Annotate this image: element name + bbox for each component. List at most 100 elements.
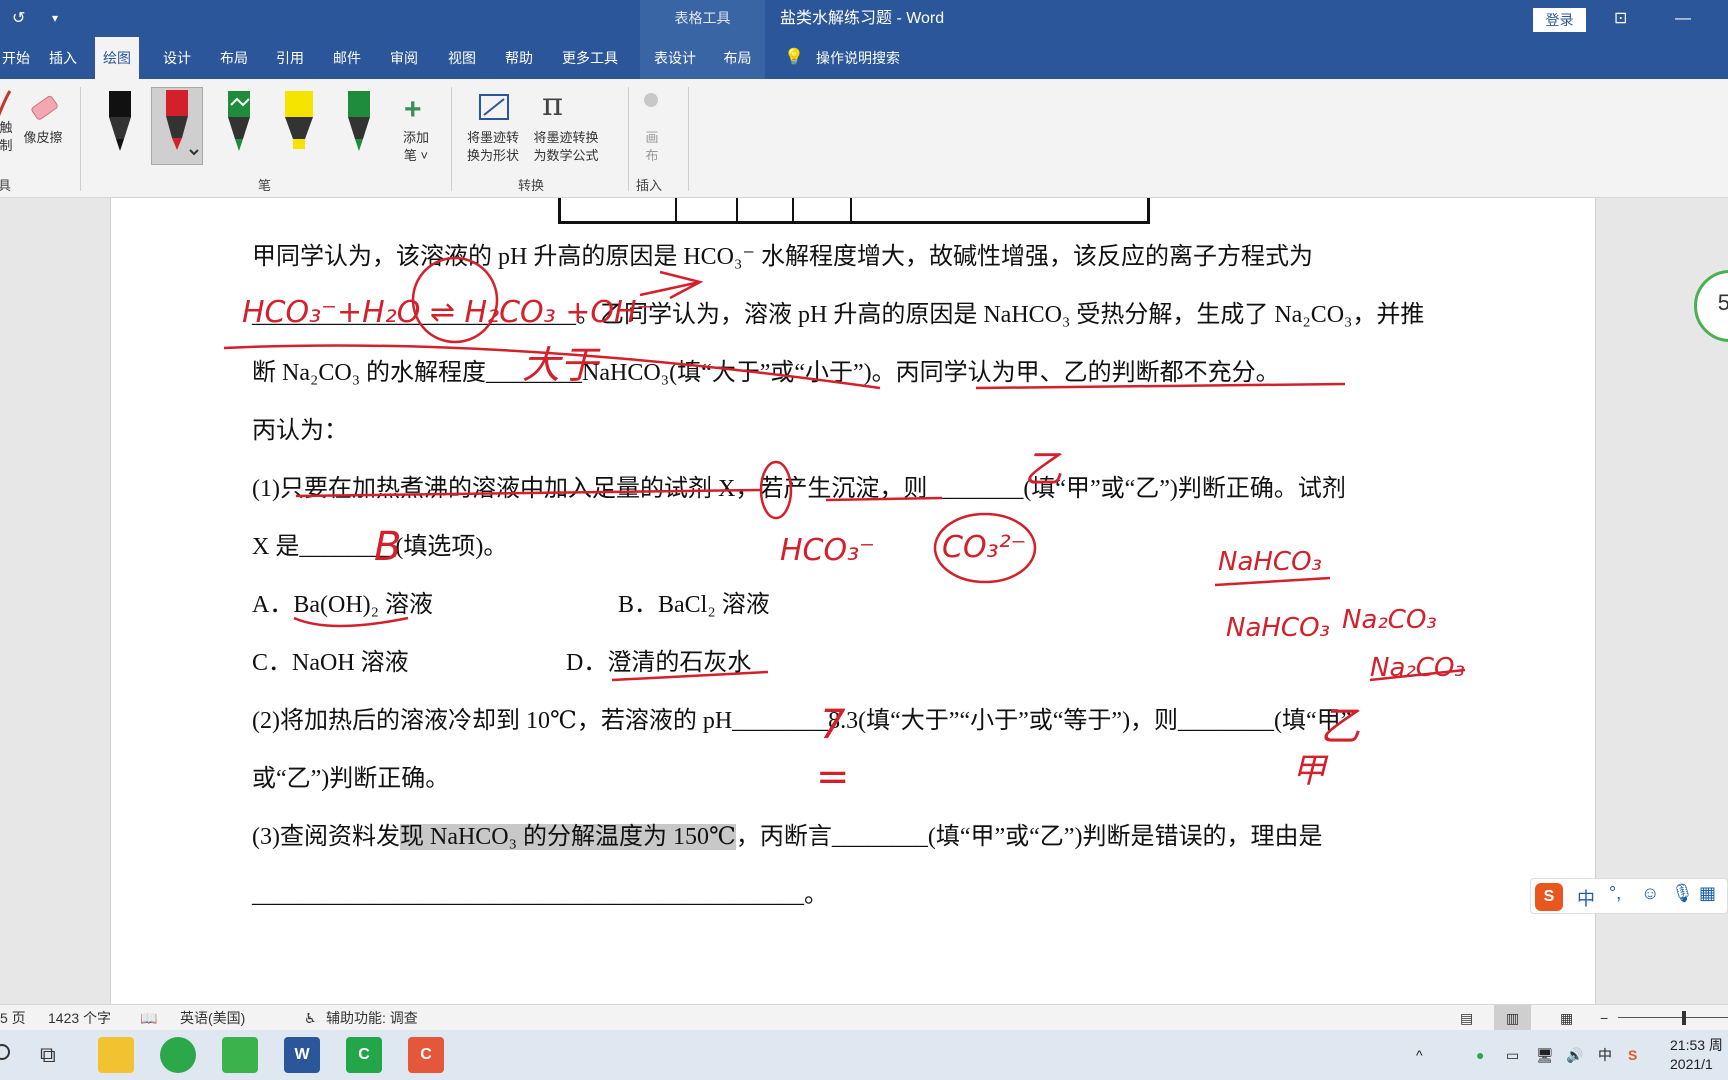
ribbon-draw: 触制 像皮擦 具 + 添加笔 ˅ 笔 将墨迹转 换为形状 π 将墨迹转换 为数学公式…	[0, 79, 1728, 198]
tab-layout[interactable]: 布局	[212, 37, 256, 79]
file-explorer-icon[interactable]	[98, 1037, 134, 1073]
option-b: B．BaCl₂ 溶液	[618, 592, 770, 618]
question-3-line: (3)查阅资料发现 NaHCO₃ 的分解温度为 150℃，丙断言________…	[252, 824, 1323, 850]
eraser-icon[interactable]	[28, 91, 60, 123]
read-mode-icon[interactable]: ▤	[1460, 1005, 1473, 1031]
battery-icon[interactable]: ▭	[1506, 1030, 1519, 1080]
tab-table-design[interactable]: 表设计	[640, 37, 710, 79]
insert-group-label: 插入	[636, 178, 663, 193]
tab-view[interactable]: 视图	[440, 37, 484, 79]
tab-table-layout[interactable]: 布局	[710, 37, 765, 79]
add-pen-icon[interactable]: +	[404, 93, 422, 127]
title-bar: ↺ ▾ 表格工具 盐类水解练习题 - Word 登录 ⊡ —	[0, 0, 1728, 37]
pen-red-selected[interactable]	[151, 87, 203, 165]
status-bar: 5 页 1423 个字 📖 英语(美国) ♿ 辅助功能: 调查 ▤ ▥ ▦ −	[0, 1004, 1728, 1031]
separator	[451, 87, 452, 191]
ink-to-shape-button[interactable]: 将墨迹转 换为形状	[460, 129, 526, 165]
document-page[interactable]: 甲同学认为，该溶液的 pH 升高的原因是 HCO₃⁻ 水解程度增大，故碱性增强，…	[110, 198, 1596, 1004]
question-2-line: (2)将加热后的溶液冷却到 10℃，若溶液的 pH________8.3(填“大…	[252, 708, 1352, 734]
sogou-tray-icon[interactable]: S	[1628, 1030, 1637, 1080]
separator	[688, 87, 689, 191]
ribbon-display-options-icon[interactable]: ⊡	[1614, 0, 1627, 37]
task-view-icon[interactable]: ⧉	[40, 1042, 56, 1068]
print-layout-icon[interactable]: ▥	[1494, 1005, 1532, 1031]
accessibility-icon[interactable]: ♿	[304, 1005, 317, 1031]
accessibility-status[interactable]: 辅助功能: 调查	[326, 1005, 418, 1031]
separator	[628, 87, 629, 191]
option-c: C．NaOH 溶液	[252, 650, 409, 676]
ink-to-math-icon[interactable]: π	[542, 85, 563, 123]
pen-black[interactable]	[94, 87, 146, 165]
tab-insert[interactable]: 插入	[41, 37, 85, 79]
tools-group-label: 具	[0, 178, 12, 193]
undo-icon[interactable]: ↺	[12, 0, 25, 37]
paragraph-line-1: 甲同学认为，该溶液的 pH 升高的原因是 HCO₃⁻ 水解程度增大，故碱性增强，…	[252, 244, 1314, 270]
touch-draw-label[interactable]: 触制	[0, 119, 18, 155]
ink-to-shape-icon[interactable]	[474, 89, 514, 125]
pen-green-pattern[interactable]	[213, 87, 265, 165]
question-2-cont-line: 或“乙”)判断正确。	[252, 766, 450, 792]
volume-icon[interactable]: 🔊	[1566, 1030, 1583, 1080]
zoom-out-icon[interactable]: −	[1600, 1005, 1608, 1031]
proofing-icon[interactable]: 📖	[140, 1005, 157, 1031]
paragraph-line-4: 丙认为：	[252, 418, 348, 444]
clock[interactable]: 21:53 周 2021/1	[1670, 1036, 1723, 1074]
sogou-ime-toolbar[interactable]: S 中 °, ☺ 🎙 ▦	[1530, 878, 1728, 914]
eraser-label[interactable]: 像皮擦	[18, 129, 68, 147]
camtasia-red-icon[interactable]: C	[408, 1037, 444, 1073]
tab-references[interactable]: 引用	[268, 37, 312, 79]
zoom-slider-thumb[interactable]	[1682, 1011, 1686, 1025]
minimize-icon[interactable]: —	[1675, 0, 1691, 37]
document-workspace: 甲同学认为，该溶液的 pH 升高的原因是 HCO₃⁻ 水解程度增大，故碱性增强，…	[0, 198, 1728, 1004]
option-d: D．澄清的石灰水	[566, 650, 752, 676]
touch-draw-icon[interactable]	[0, 87, 14, 121]
sogou-logo-icon[interactable]: S	[1535, 883, 1563, 911]
tab-help[interactable]: 帮助	[497, 37, 541, 79]
tab-review[interactable]: 审阅	[382, 37, 426, 79]
tab-mailings[interactable]: 邮件	[325, 37, 369, 79]
input-method-tray[interactable]: 中	[1598, 1030, 1612, 1080]
tray-app-icon[interactable]: ●	[1476, 1030, 1484, 1080]
wechat-icon[interactable]	[222, 1037, 258, 1073]
taskbar: ⧉ W C C ^ ● ▭ 🖥 🔊 中 S 21:53 周 2021/1	[0, 1030, 1728, 1080]
ink-to-math-button[interactable]: 将墨迹转换 为数学公式	[526, 129, 606, 165]
document-title: 盐类水解练习题 - Word	[780, 10, 945, 27]
tray-overflow-icon[interactable]: ^	[1416, 1030, 1423, 1080]
microphone-icon[interactable]: 🎙	[1671, 883, 1694, 904]
tab-more-tools[interactable]: 更多工具	[554, 37, 626, 79]
zoom-slider[interactable]	[1618, 1017, 1728, 1018]
word-app-icon[interactable]: W	[284, 1037, 320, 1073]
convert-group-label: 转换	[518, 178, 545, 193]
login-button[interactable]: 登录	[1533, 8, 1586, 32]
emoji-icon[interactable]: ☺	[1641, 883, 1659, 904]
tell-me-search[interactable]: 操作说明搜索	[808, 37, 908, 79]
table-bottom-edge	[558, 198, 1150, 224]
page-count[interactable]: 5 页	[0, 1005, 26, 1031]
language-indicator[interactable]: 英语(美国)	[180, 1005, 245, 1031]
paragraph-line-2: ___________________________。乙同学认为，溶液 pH …	[252, 302, 1425, 328]
tab-draw[interactable]: 绘图	[95, 37, 139, 79]
tab-design[interactable]: 设计	[155, 37, 199, 79]
network-icon[interactable]: 🖥	[1536, 1030, 1554, 1080]
paragraph-line-3: 断 Na₂CO₃ 的水解程度________NaHCO₃(填“大于”或“小于”)…	[252, 360, 1280, 386]
keyboard-icon[interactable]: ▦	[1699, 883, 1716, 904]
camtasia-green-icon[interactable]: C	[346, 1037, 382, 1073]
tab-home[interactable]: 开始	[0, 37, 38, 79]
drawing-canvas-button[interactable]: 画布	[638, 129, 666, 165]
browser-icon[interactable]	[160, 1037, 196, 1073]
word-count[interactable]: 1423 个字	[48, 1005, 111, 1031]
pen-green[interactable]	[333, 87, 385, 165]
punctuation-icon[interactable]: °,	[1609, 883, 1621, 904]
question-1-reagent-line: X 是________(填选项)。	[252, 534, 508, 560]
ime-mode-label[interactable]: 中	[1577, 885, 1595, 911]
search-icon[interactable]	[0, 1044, 10, 1060]
add-pen-button[interactable]: 添加笔 ˅	[396, 129, 436, 165]
web-layout-icon[interactable]: ▦	[1560, 1005, 1573, 1031]
text-selection[interactable]: 现 NaHCO₃ 的分解温度为 150℃	[399, 824, 736, 850]
answer-blank-line: ________________________________________…	[252, 882, 828, 908]
highlighter-yellow[interactable]	[273, 87, 325, 165]
option-a: A．Ba(OH)₂ 溶液	[252, 592, 434, 618]
question-1-line: (1)只要在加热煮沸的溶液中加入足量的试剂 X，若产生沉淀，则________(…	[252, 476, 1346, 502]
quick-access-dropdown-icon[interactable]: ▾	[52, 0, 58, 37]
drawing-canvas-icon	[644, 93, 658, 107]
